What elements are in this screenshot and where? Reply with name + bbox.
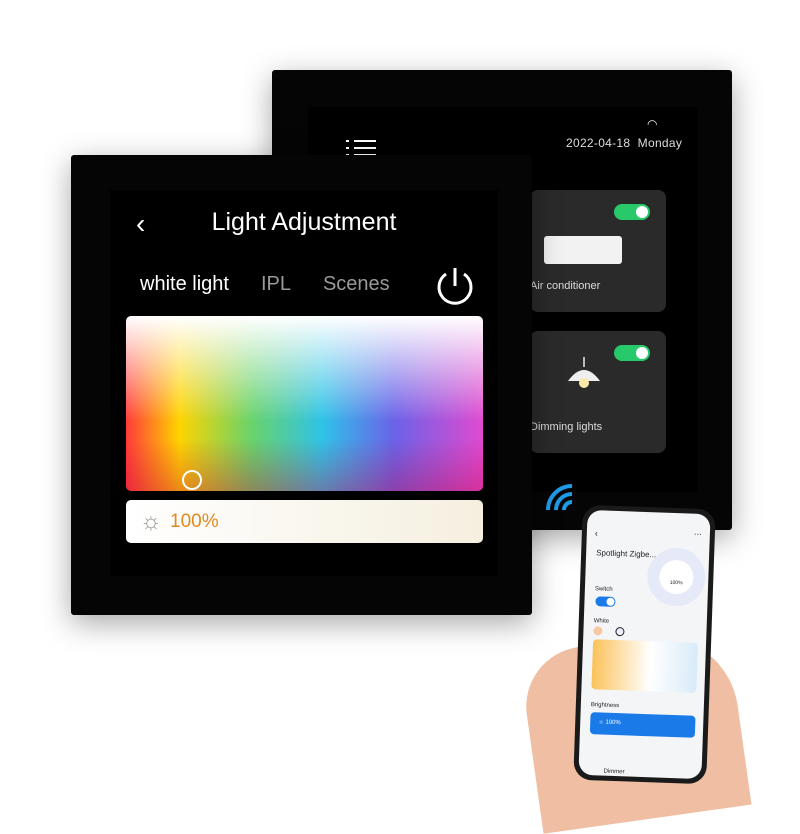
lights-toggle[interactable] xyxy=(614,345,650,361)
lamp-icon xyxy=(568,357,600,388)
white-temperature-picker[interactable] xyxy=(591,639,699,693)
tab-dimmer[interactable]: Dimmer xyxy=(603,769,624,776)
white-label: White xyxy=(593,618,610,625)
wifi-icon: ◠ xyxy=(647,117,658,131)
tab-white-light[interactable]: white light xyxy=(140,273,229,295)
switch-toggle[interactable] xyxy=(595,596,616,607)
preset-warm[interactable] xyxy=(593,626,603,636)
page-title: Light Adjustment xyxy=(211,208,397,236)
color-picker[interactable] xyxy=(126,316,483,491)
tab-bar: white light IPL Scenes xyxy=(140,273,422,296)
tab-ipl[interactable]: IPL xyxy=(261,273,291,295)
phone-screen: ‹ ⋯ Spotlight Zigbe... 100% Switch White… xyxy=(578,509,711,780)
date: 2022-04-18 xyxy=(566,136,631,150)
sun-icon: ☼ xyxy=(140,507,162,535)
ring-value: 100% xyxy=(658,559,694,595)
power-icon[interactable] xyxy=(433,264,477,308)
brightness-slider[interactable]: ☼ 100% xyxy=(126,500,483,543)
color-picker-knob[interactable] xyxy=(182,470,202,490)
menu-icon[interactable] xyxy=(346,140,376,156)
tab-scenes[interactable]: Scenes xyxy=(323,273,390,295)
ac-toggle[interactable] xyxy=(614,204,650,220)
smartphone: ‹ ⋯ Spotlight Zigbe... 100% Switch White… xyxy=(573,504,716,785)
phone-brightness-value: 100% xyxy=(605,719,621,727)
air-conditioner-icon xyxy=(544,236,622,264)
device-name: Spotlight Zigbe... xyxy=(596,548,657,560)
more-icon[interactable]: ⋯ xyxy=(694,530,702,539)
switch-label: Switch xyxy=(594,586,613,593)
front-panel: ‹ Light Adjustment white light IPL Scenes … xyxy=(71,155,532,615)
card-dimming-lights[interactable]: Dimming lights xyxy=(530,331,666,453)
phone-brightness-slider[interactable]: ☼ 100% xyxy=(589,712,696,738)
card-label: Air conditioner xyxy=(530,280,601,292)
card-air-conditioner[interactable]: Air conditioner xyxy=(530,190,666,312)
weekday: Monday xyxy=(637,136,683,150)
brightness-ring: 100% xyxy=(646,547,707,608)
back-icon[interactable]: ‹ xyxy=(595,528,598,538)
light-adjustment-screen: ‹ Light Adjustment white light IPL Scenes … xyxy=(110,190,498,576)
date-display: 2022-04-18 Monday xyxy=(566,136,682,150)
brightness-label: Brightness xyxy=(590,702,620,710)
preset-cool[interactable] xyxy=(615,626,625,637)
card-label: Dimming lights xyxy=(530,421,603,433)
brightness-value: 100% xyxy=(170,510,219,532)
wireless-icon xyxy=(546,484,573,511)
